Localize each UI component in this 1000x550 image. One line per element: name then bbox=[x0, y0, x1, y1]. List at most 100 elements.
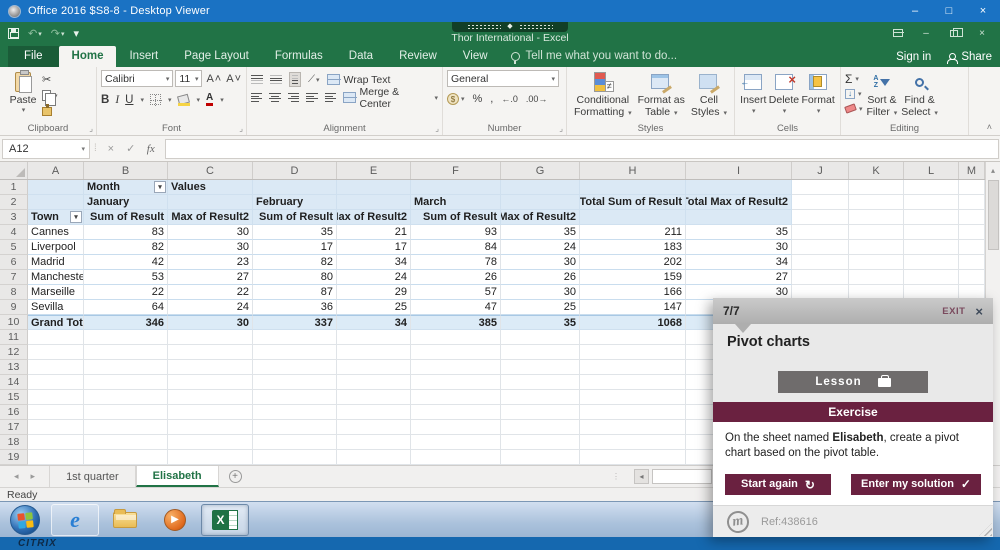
resize-grip-icon[interactable] bbox=[979, 523, 992, 536]
row-header-12[interactable]: 12 bbox=[0, 345, 28, 360]
cell-H10[interactable]: 1068 bbox=[580, 315, 686, 330]
cell-A7[interactable]: Manchester bbox=[28, 270, 84, 285]
redo-icon[interactable]: ↷▾ bbox=[51, 27, 65, 40]
cell-A18[interactable] bbox=[28, 435, 84, 450]
cell-E18[interactable] bbox=[337, 435, 411, 450]
cell-E7[interactable]: 24 bbox=[337, 270, 411, 285]
col-header-K[interactable]: K bbox=[849, 162, 904, 179]
cell-H1[interactable] bbox=[580, 180, 686, 195]
cell-K3[interactable] bbox=[849, 210, 904, 225]
cell-G4[interactable]: 35 bbox=[501, 225, 580, 240]
cell-J2[interactable] bbox=[792, 195, 849, 210]
cell-D16[interactable] bbox=[253, 405, 337, 420]
start-again-button[interactable]: Start again ↻ bbox=[725, 474, 831, 495]
hscroll-left-icon[interactable]: ◂ bbox=[634, 469, 649, 484]
tab-file[interactable]: File bbox=[8, 46, 59, 67]
share-button[interactable]: Share bbox=[947, 51, 992, 63]
cell-E4[interactable]: 21 bbox=[337, 225, 411, 240]
exit-button[interactable]: EXIT bbox=[942, 306, 965, 317]
row-header-18[interactable]: 18 bbox=[0, 435, 28, 450]
cell-K7[interactable] bbox=[849, 270, 904, 285]
row-header-4[interactable]: 4 bbox=[0, 225, 28, 240]
sheet-nav-right-icon[interactable]: ▸ bbox=[31, 471, 36, 482]
sheet-nav-left-icon[interactable]: ◂ bbox=[14, 471, 19, 482]
row-header-9[interactable]: 9 bbox=[0, 300, 28, 315]
cell-C13[interactable] bbox=[168, 360, 253, 375]
cell-D19[interactable] bbox=[253, 450, 337, 465]
new-sheet-button[interactable]: + bbox=[229, 466, 242, 487]
tab-page-layout[interactable]: Page Layout bbox=[171, 46, 262, 67]
font-name-select[interactable]: Calibri▾ bbox=[101, 70, 173, 87]
cell-B10[interactable]: 346 bbox=[84, 315, 168, 330]
increase-decimal-icon[interactable]: ←.0 bbox=[501, 94, 518, 104]
maximize-icon[interactable]: □ bbox=[932, 0, 966, 22]
cell-H15[interactable] bbox=[580, 390, 686, 405]
clear-button[interactable]: ▾ bbox=[845, 102, 863, 115]
comma-icon[interactable]: , bbox=[490, 93, 493, 105]
cell-E1[interactable] bbox=[337, 180, 411, 195]
tab-splitter-dots-icon[interactable]: ⋮ bbox=[612, 472, 621, 481]
cell-H18[interactable] bbox=[580, 435, 686, 450]
minimize-icon[interactable]: – bbox=[898, 0, 932, 22]
cell-J4[interactable] bbox=[792, 225, 849, 240]
cell-F14[interactable] bbox=[411, 375, 501, 390]
cell-D13[interactable] bbox=[253, 360, 337, 375]
cell-B7[interactable]: 53 bbox=[84, 270, 168, 285]
cell-C16[interactable] bbox=[168, 405, 253, 420]
tell-me-box[interactable]: Tell me what you want to do... bbox=[511, 50, 678, 67]
cell-F8[interactable]: 57 bbox=[411, 285, 501, 300]
col-header-J[interactable]: J bbox=[792, 162, 849, 179]
cell-A11[interactable] bbox=[28, 330, 84, 345]
cell-D11[interactable] bbox=[253, 330, 337, 345]
row-header-13[interactable]: 13 bbox=[0, 360, 28, 375]
cell-C15[interactable] bbox=[168, 390, 253, 405]
cell-M4[interactable] bbox=[959, 225, 985, 240]
cell-D6[interactable]: 82 bbox=[253, 255, 337, 270]
cancel-entry-icon[interactable]: × bbox=[101, 143, 121, 155]
row-header-14[interactable]: 14 bbox=[0, 375, 28, 390]
cell-B6[interactable]: 42 bbox=[84, 255, 168, 270]
cell-A10[interactable]: Grand Total bbox=[28, 315, 84, 330]
lesson-button[interactable]: Lesson bbox=[778, 371, 928, 393]
cell-I1[interactable] bbox=[686, 180, 792, 195]
cell-G1[interactable] bbox=[501, 180, 580, 195]
cell-E9[interactable]: 25 bbox=[337, 300, 411, 315]
tab-insert[interactable]: Insert bbox=[116, 46, 171, 67]
cell-C1[interactable]: Values bbox=[168, 180, 253, 195]
cell-L2[interactable] bbox=[904, 195, 959, 210]
confirm-entry-icon[interactable]: ✓ bbox=[121, 142, 141, 155]
cell-F17[interactable] bbox=[411, 420, 501, 435]
format-painter-button[interactable] bbox=[42, 105, 58, 118]
cell-G11[interactable] bbox=[501, 330, 580, 345]
cell-K2[interactable] bbox=[849, 195, 904, 210]
cell-C6[interactable]: 23 bbox=[168, 255, 253, 270]
clipboard-dialog-launcher-icon[interactable]: ⌟ bbox=[89, 124, 93, 133]
cell-F6[interactable]: 78 bbox=[411, 255, 501, 270]
cell-G12[interactable] bbox=[501, 345, 580, 360]
cell-D2[interactable]: February bbox=[253, 195, 337, 210]
cell-G19[interactable] bbox=[501, 450, 580, 465]
col-header-I[interactable]: I bbox=[686, 162, 792, 179]
filter-dropdown-icon[interactable]: ▾ bbox=[154, 181, 166, 193]
cell-H13[interactable] bbox=[580, 360, 686, 375]
row-header-3[interactable]: 3 bbox=[0, 210, 28, 225]
tab-review[interactable]: Review bbox=[386, 46, 450, 67]
cell-G8[interactable]: 30 bbox=[501, 285, 580, 300]
cell-H12[interactable] bbox=[580, 345, 686, 360]
grow-font-button[interactable]: A˄ bbox=[206, 73, 222, 85]
cell-K1[interactable] bbox=[849, 180, 904, 195]
font-size-select[interactable]: 11▾ bbox=[175, 70, 202, 87]
cell-C17[interactable] bbox=[168, 420, 253, 435]
excel-minimize-icon[interactable]: – bbox=[914, 25, 938, 41]
cell-H4[interactable]: 211 bbox=[580, 225, 686, 240]
cell-I5[interactable]: 30 bbox=[686, 240, 792, 255]
cell-H16[interactable] bbox=[580, 405, 686, 420]
cell-H3[interactable] bbox=[580, 210, 686, 225]
collapse-ribbon-icon[interactable]: ˄ bbox=[987, 122, 992, 132]
filter-dropdown-icon[interactable]: ▾ bbox=[70, 211, 82, 223]
cell-A4[interactable]: Cannes bbox=[28, 225, 84, 240]
cell-C19[interactable] bbox=[168, 450, 253, 465]
wrap-text-button[interactable]: Wrap Text bbox=[327, 74, 391, 86]
cell-D8[interactable]: 87 bbox=[253, 285, 337, 300]
qat-customize-icon[interactable]: ▾ bbox=[73, 27, 79, 40]
